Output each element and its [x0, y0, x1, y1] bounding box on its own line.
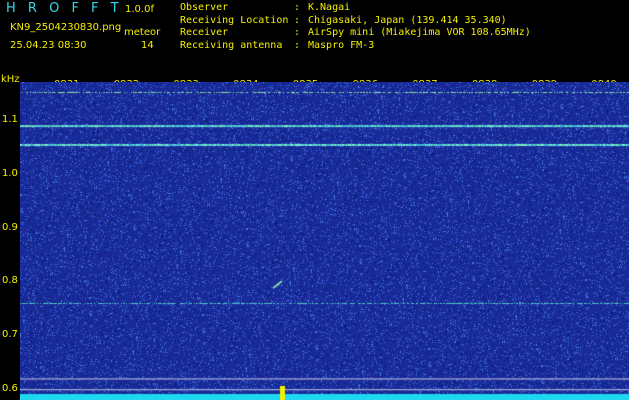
hroft-title: H R O F F T [6, 1, 123, 16]
meta-row-receiver: Receiver: AirSpy mini (Miakejima VOR 108.… [180, 27, 531, 40]
meta-row-observer: Observer: K.Nagai [180, 2, 531, 15]
y-tick-label: 0.6 [2, 383, 18, 395]
meta-key: Observer [180, 2, 229, 13]
meta-separator: : [294, 40, 301, 52]
meta-key: Receiving antenna [180, 40, 283, 52]
version-label: 1.0.0f [125, 4, 154, 15]
meta-value: Maspro FM-3 [308, 40, 375, 52]
y-tick-label: 0.7 [2, 329, 18, 341]
y-tick-label: 1.1 [2, 113, 18, 125]
spectrogram-canvas[interactable] [20, 82, 629, 400]
meta-value: K.Nagai [308, 2, 351, 13]
datetime-label: 25.04.23 08:30 [10, 40, 87, 51]
y-tick-label: 0.8 [2, 275, 18, 287]
y-tick-label: 1.0 [2, 167, 18, 179]
meta-separator: : [294, 27, 301, 39]
meta-key: Receiver [180, 27, 229, 39]
y-tick-label: 0.9 [2, 221, 18, 233]
mode-label: meteor [124, 27, 161, 38]
meta-separator: : [294, 14, 301, 26]
meta-key: Receiving Location [180, 14, 289, 26]
filename-label: KN9_2504230830.png [10, 22, 122, 33]
meta-value: AirSpy mini (Miakejima VOR 108.65MHz) [308, 27, 531, 39]
meta-separator: : [294, 2, 301, 13]
count-label: 14 [141, 40, 154, 51]
meta-value: Chigasaki, Japan (139.414 35.340) [308, 14, 507, 26]
meta-row-location: Receiving Location: Chigasaki, Japan (139… [180, 15, 531, 28]
meta-row-antenna: Receiving antenna: Maspro FM-3 [180, 40, 531, 53]
khz-unit-label: kHz [1, 74, 20, 85]
metadata-block: Observer: K.Nagai Receiving Location: Chig… [180, 2, 531, 53]
